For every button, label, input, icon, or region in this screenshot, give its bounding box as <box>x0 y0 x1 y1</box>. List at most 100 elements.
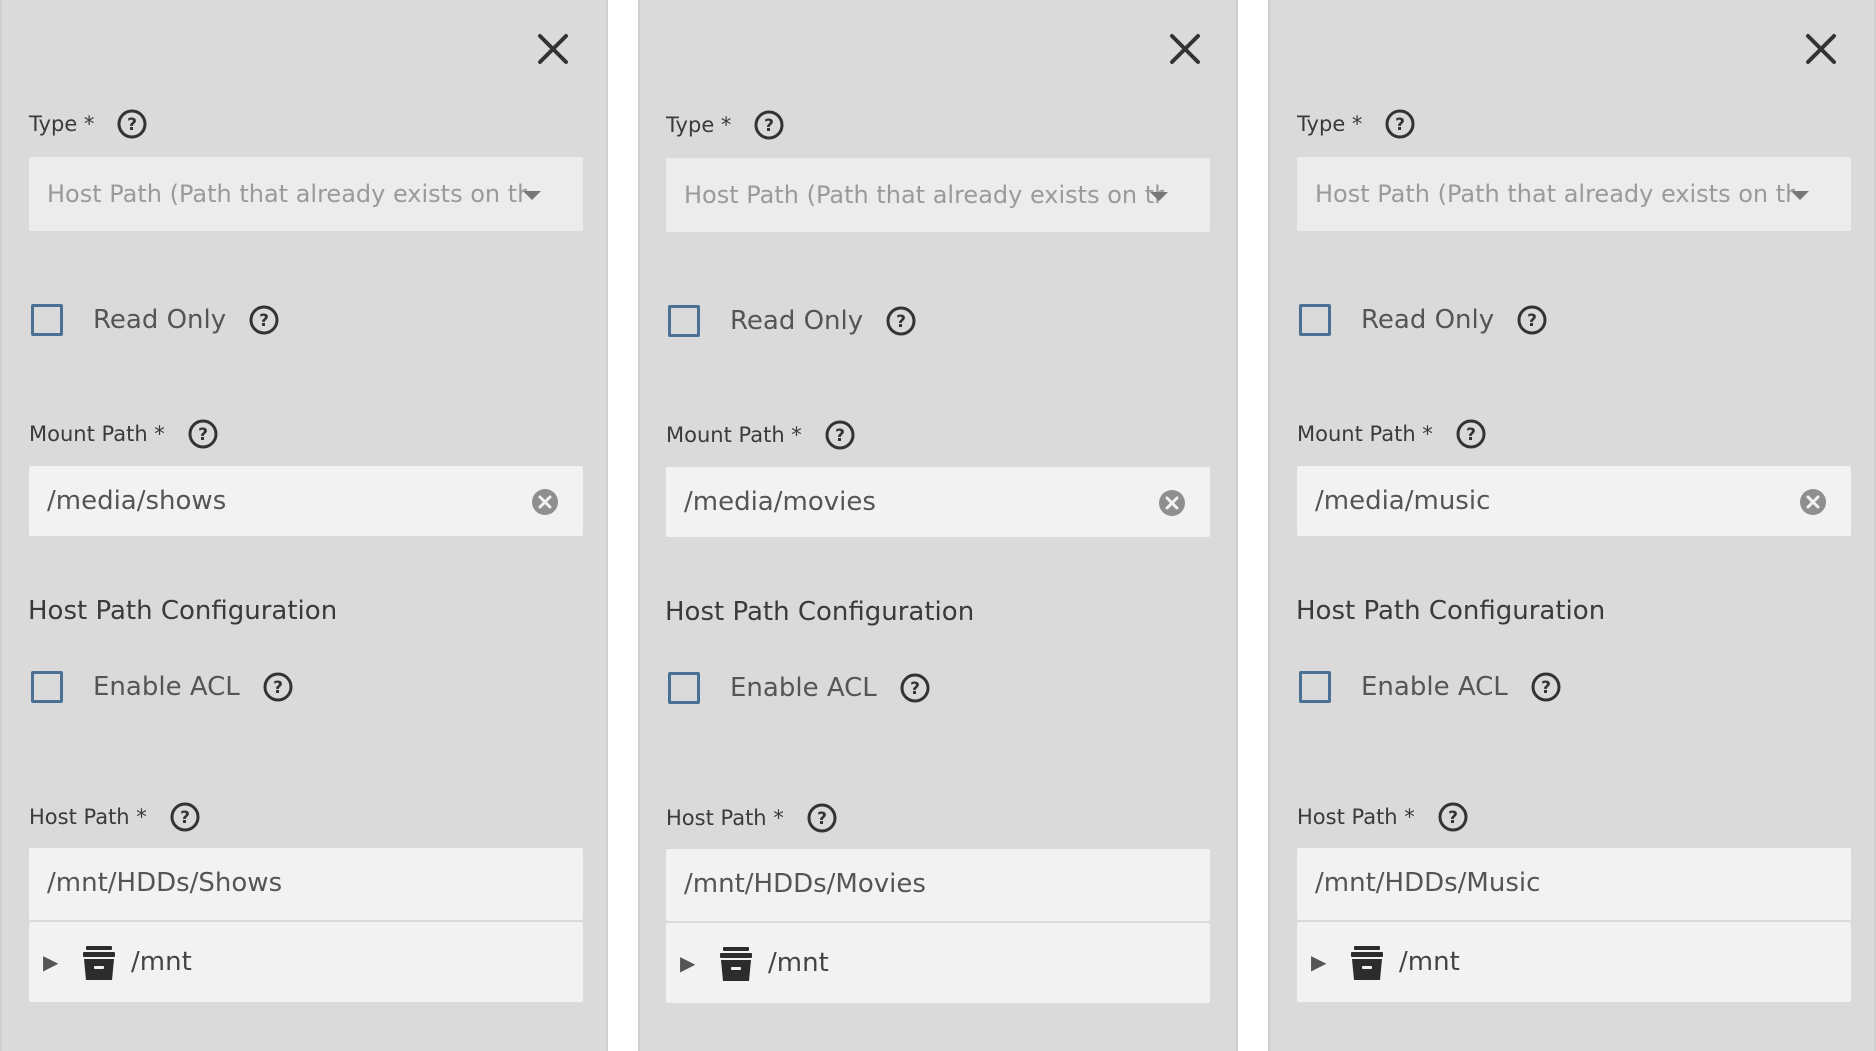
tree-node-label: /mnt <box>768 948 829 978</box>
mount-path-value: /media/shows <box>47 486 227 516</box>
explorer-tree-row[interactable]: ▶ /mnt <box>29 922 583 1002</box>
expand-arrow-icon[interactable]: ▶ <box>1311 950 1333 974</box>
help-icon[interactable]: ? <box>187 418 219 450</box>
mount-config-panel: Type * ? Host Path (Path that already ex… <box>1268 0 1876 1051</box>
help-icon[interactable]: ? <box>1437 801 1469 833</box>
svg-text:?: ? <box>896 312 906 332</box>
mount-path-label-text: Mount Path * <box>666 423 802 447</box>
explorer-tree-row[interactable]: ▶ /mnt <box>1297 922 1851 1002</box>
enable-acl-checkbox[interactable] <box>668 672 700 704</box>
expand-arrow-icon[interactable]: ▶ <box>680 951 702 975</box>
read-only-label: Read Only <box>93 305 227 335</box>
help-icon[interactable]: ? <box>116 108 148 140</box>
type-select[interactable]: Host Path (Path that already exists on t… <box>1297 157 1851 231</box>
type-select-value: Host Path (Path that already exists on t… <box>47 180 527 208</box>
host-path-value: /mnt/HDDs/Movies <box>684 869 926 899</box>
help-icon[interactable]: ? <box>1530 671 1562 703</box>
expand-arrow-icon[interactable]: ▶ <box>43 950 65 974</box>
mount-path-input[interactable]: /media/movies <box>666 467 1210 537</box>
clear-icon[interactable] <box>1799 488 1827 516</box>
host-path-config-heading: Host Path Configuration <box>28 596 338 626</box>
read-only-label: Read Only <box>1361 305 1495 335</box>
mount-path-input[interactable]: /media/music <box>1297 466 1851 536</box>
enable-acl-label: Enable ACL <box>730 673 877 703</box>
type-select-value: Host Path (Path that already exists on t… <box>1315 180 1795 208</box>
type-label: Type * ? <box>1297 108 1416 140</box>
mount-path-value: /media/music <box>1315 486 1491 516</box>
help-icon[interactable]: ? <box>753 109 785 141</box>
host-path-config-heading: Host Path Configuration <box>1296 596 1606 626</box>
enable-acl-checkbox[interactable] <box>31 671 63 703</box>
svg-text:?: ? <box>1395 115 1405 135</box>
read-only-checkbox[interactable] <box>31 304 63 336</box>
clear-icon[interactable] <box>1158 489 1186 517</box>
mount-path-input[interactable]: /media/shows <box>29 466 583 536</box>
close-icon[interactable] <box>530 26 576 72</box>
host-path-value: /mnt/HDDs/Shows <box>47 868 283 898</box>
svg-text:?: ? <box>198 425 208 445</box>
explorer-tree-row[interactable]: ▶ /mnt <box>666 923 1210 1003</box>
dataset-icon <box>714 941 758 985</box>
type-select[interactable]: Host Path (Path that already exists on t… <box>29 157 583 231</box>
host-path-value: /mnt/HDDs/Music <box>1315 868 1541 898</box>
svg-text:?: ? <box>180 808 190 828</box>
read-only-row: Read Only ? <box>31 304 280 336</box>
mount-config-panel: Type * ? Host Path (Path that already ex… <box>638 0 1238 1051</box>
help-icon[interactable]: ? <box>806 802 838 834</box>
mount-path-label-text: Mount Path * <box>1297 422 1433 446</box>
read-only-row: Read Only ? <box>668 305 917 337</box>
host-path-input[interactable]: /mnt/HDDs/Shows <box>29 848 583 920</box>
host-path-input[interactable]: /mnt/HDDs/Music <box>1297 848 1851 920</box>
enable-acl-label: Enable ACL <box>1361 672 1508 702</box>
host-path-input[interactable]: /mnt/HDDs/Movies <box>666 849 1210 921</box>
mount-path-label: Mount Path * ? <box>29 418 219 450</box>
host-path-label: Host Path * ? <box>29 801 201 833</box>
svg-text:?: ? <box>910 679 920 699</box>
host-path-label: Host Path * ? <box>666 802 838 834</box>
read-only-checkbox[interactable] <box>668 305 700 337</box>
svg-text:?: ? <box>764 116 774 136</box>
mount-path-label: Mount Path * ? <box>1297 418 1487 450</box>
type-select[interactable]: Host Path (Path that already exists on t… <box>666 158 1210 232</box>
help-icon[interactable]: ? <box>1516 304 1548 336</box>
host-path-label-text: Host Path * <box>666 806 784 830</box>
help-icon[interactable]: ? <box>169 801 201 833</box>
type-label-text: Type * <box>1297 112 1363 136</box>
enable-acl-row: Enable ACL ? <box>1299 671 1562 703</box>
mount-path-label-text: Mount Path * <box>29 422 165 446</box>
clear-icon[interactable] <box>531 488 559 516</box>
help-icon[interactable]: ? <box>899 672 931 704</box>
chevron-down-icon <box>1791 191 1809 200</box>
close-icon[interactable] <box>1798 26 1844 72</box>
help-icon[interactable]: ? <box>248 304 280 336</box>
close-icon[interactable] <box>1162 26 1208 72</box>
tree-node-label: /mnt <box>1399 947 1460 977</box>
mount-config-panel: Type * ? Host Path (Path that already ex… <box>0 0 608 1051</box>
type-select-value: Host Path (Path that already exists on t… <box>684 181 1164 209</box>
type-label: Type * ? <box>666 109 785 141</box>
svg-text:?: ? <box>1541 678 1551 698</box>
host-path-label: Host Path * ? <box>1297 801 1469 833</box>
read-only-row: Read Only ? <box>1299 304 1548 336</box>
enable-acl-checkbox[interactable] <box>1299 671 1331 703</box>
tree-node-label: /mnt <box>131 947 192 977</box>
read-only-checkbox[interactable] <box>1299 304 1331 336</box>
type-label: Type * ? <box>29 108 148 140</box>
help-icon[interactable]: ? <box>824 419 856 451</box>
type-label-text: Type * <box>29 112 95 136</box>
dataset-icon <box>1345 940 1389 984</box>
svg-text:?: ? <box>273 678 283 698</box>
read-only-label: Read Only <box>730 306 864 336</box>
svg-text:?: ? <box>835 426 845 446</box>
help-icon[interactable]: ? <box>262 671 294 703</box>
svg-text:?: ? <box>1448 808 1458 828</box>
host-path-label-text: Host Path * <box>1297 805 1415 829</box>
help-icon[interactable]: ? <box>1455 418 1487 450</box>
svg-text:?: ? <box>127 115 137 135</box>
help-icon[interactable]: ? <box>885 305 917 337</box>
chevron-down-icon <box>523 191 541 200</box>
svg-text:?: ? <box>817 809 827 829</box>
mount-path-label: Mount Path * ? <box>666 419 856 451</box>
host-path-label-text: Host Path * <box>29 805 147 829</box>
help-icon[interactable]: ? <box>1384 108 1416 140</box>
